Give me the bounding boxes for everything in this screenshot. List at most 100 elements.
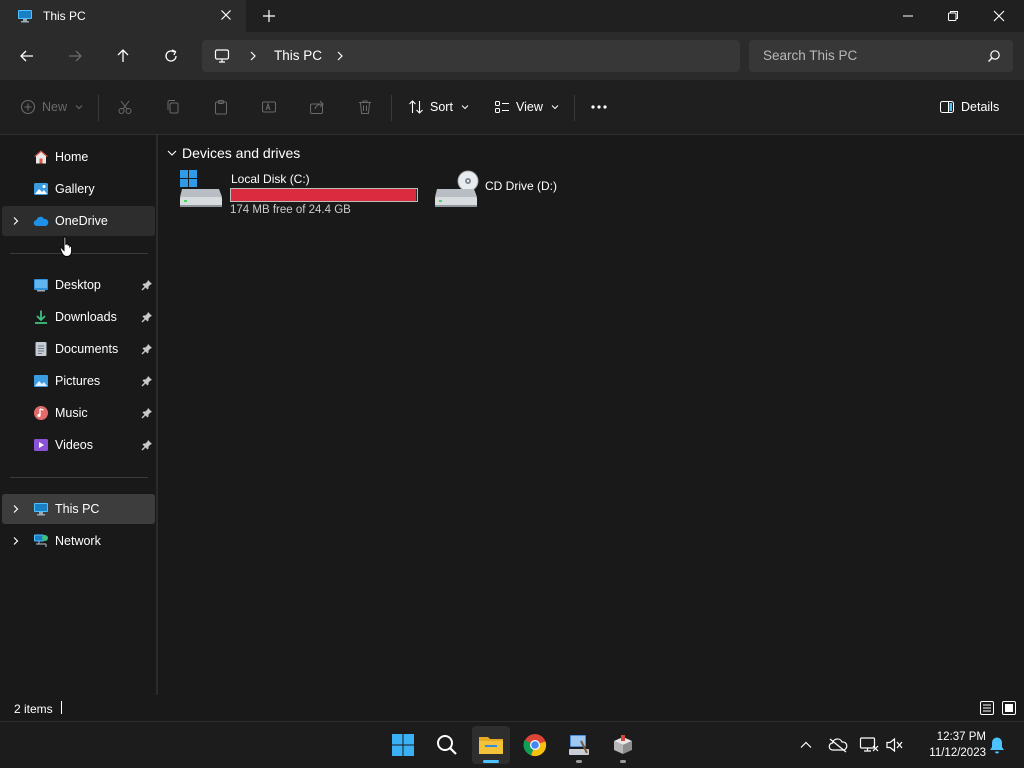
- chevron-right-icon[interactable]: [11, 536, 21, 546]
- close-icon[interactable]: [976, 0, 1022, 32]
- chevron-down-icon: [551, 104, 559, 110]
- monitor-icon: [214, 48, 230, 64]
- chevron-up-icon[interactable]: [795, 734, 817, 756]
- up-arrow-icon[interactable]: [111, 44, 135, 68]
- new-label: New: [42, 100, 68, 114]
- onedrive-cloud-icon: [33, 213, 49, 229]
- restore-icon[interactable]: [930, 0, 976, 32]
- drive-usage-bar: [230, 188, 418, 202]
- drive-local-disk-c[interactable]: Local Disk (C:) 174 MB free of 24.4 GB: [179, 169, 421, 219]
- tab-close-icon[interactable]: [220, 9, 232, 21]
- new-plus-icon: [20, 99, 36, 115]
- chevron-right-icon[interactable]: [11, 504, 21, 514]
- hand-cursor-icon: [59, 236, 75, 258]
- file-explorer-icon[interactable]: [472, 726, 510, 764]
- new-button[interactable]: New: [20, 80, 83, 134]
- chevron-right-icon[interactable]: [335, 50, 345, 62]
- sidebar-item-home[interactable]: Home: [2, 142, 155, 172]
- sidebar-item-pictures[interactable]: Pictures: [2, 366, 155, 396]
- onedrive-offline-icon[interactable]: [827, 734, 849, 756]
- start-icon[interactable]: [384, 726, 422, 764]
- notification-bell-icon[interactable]: [986, 734, 1008, 756]
- sidebar-item-gallery[interactable]: Gallery: [2, 174, 155, 204]
- sidebar-item-this-pc[interactable]: This PC: [2, 494, 155, 524]
- sort-button[interactable]: Sort: [408, 80, 469, 134]
- sidebar-item-onedrive[interactable]: OneDrive: [2, 206, 155, 236]
- group-header-devices-and-drives[interactable]: Devices and drives: [166, 145, 300, 161]
- share-icon[interactable]: [309, 80, 325, 134]
- status-bar: 2 items: [0, 695, 1024, 721]
- address-bar[interactable]: This PC: [202, 40, 740, 72]
- sidebar-item-downloads[interactable]: Downloads: [2, 302, 155, 332]
- sidebar-item-label: Music: [55, 406, 88, 420]
- cut-icon[interactable]: [117, 80, 133, 134]
- search-icon[interactable]: [428, 726, 466, 764]
- refresh-icon[interactable]: [159, 44, 183, 68]
- sidebar-item-documents[interactable]: Documents: [2, 334, 155, 364]
- navigation-pane: Home Gallery OneDrive Desktop Downloads: [0, 135, 158, 695]
- pin-icon[interactable]: [141, 375, 153, 387]
- sidebar-item-label: Gallery: [55, 182, 95, 196]
- gallery-icon: [33, 181, 49, 197]
- forward-arrow-icon[interactable]: [63, 44, 87, 68]
- divider: [391, 95, 392, 121]
- rename-icon[interactable]: [261, 80, 277, 134]
- details-pane-icon: [939, 99, 955, 115]
- more-ellipsis-icon[interactable]: [590, 80, 608, 134]
- chrome-icon[interactable]: [516, 726, 554, 764]
- breadcrumb-this-pc[interactable]: This PC: [274, 48, 322, 63]
- downloads-icon: [33, 309, 49, 325]
- divider: [574, 95, 575, 121]
- chevron-down-icon: [166, 147, 178, 159]
- drive-free-space: 174 MB free of 24.4 GB: [230, 204, 351, 216]
- chevron-right-icon[interactable]: [248, 50, 258, 62]
- sort-label: Sort: [430, 100, 453, 114]
- network-display-icon[interactable]: [858, 734, 880, 756]
- plus-icon[interactable]: [262, 9, 276, 23]
- sidebar-divider: [10, 477, 148, 478]
- sidebar-item-label: Network: [55, 534, 101, 548]
- sidebar-item-desktop[interactable]: Desktop: [2, 270, 155, 300]
- view-list-icon: [494, 99, 510, 115]
- drive-name: CD Drive (D:): [485, 179, 557, 193]
- title-bar: This PC: [0, 0, 1024, 32]
- local-disk-icon: [179, 169, 225, 209]
- sidebar-item-network[interactable]: Network: [2, 526, 155, 556]
- sidebar-divider: [10, 253, 148, 254]
- pin-icon[interactable]: [141, 279, 153, 291]
- search-icon: [987, 49, 1001, 63]
- volume-muted-icon[interactable]: [884, 734, 906, 756]
- sidebar-item-label: OneDrive: [55, 214, 108, 228]
- music-icon: [33, 405, 49, 421]
- sidebar-item-label: This PC: [55, 502, 100, 516]
- drive-cd-drive-d[interactable]: CD Drive (D:): [434, 169, 574, 219]
- minimize-icon[interactable]: [885, 0, 931, 32]
- details-button[interactable]: Details: [939, 80, 999, 134]
- this-pc-icon: [33, 501, 49, 517]
- group-title: Devices and drives: [182, 145, 301, 161]
- view-label: View: [516, 100, 543, 114]
- pin-icon[interactable]: [141, 439, 153, 451]
- control-panel-icon[interactable]: [560, 726, 598, 764]
- clock-time: 12:37 PM: [936, 731, 986, 743]
- tab-this-pc[interactable]: This PC: [0, 0, 246, 32]
- chevron-right-icon[interactable]: [11, 216, 21, 226]
- large-icons-view-icon[interactable]: [1000, 699, 1018, 717]
- search-input[interactable]: Search This PC: [749, 40, 1013, 72]
- copy-icon[interactable]: [165, 80, 181, 134]
- pin-icon[interactable]: [141, 407, 153, 419]
- back-arrow-icon[interactable]: [15, 44, 39, 68]
- running-indicator: [576, 760, 582, 763]
- paste-icon[interactable]: [213, 80, 229, 134]
- home-icon: [33, 149, 49, 165]
- sidebar-item-label: Desktop: [55, 278, 101, 292]
- delete-icon[interactable]: [357, 80, 373, 134]
- sidebar-item-videos[interactable]: Videos: [2, 430, 155, 460]
- view-button[interactable]: View: [494, 80, 559, 134]
- installer-icon[interactable]: [604, 726, 642, 764]
- taskbar-clock[interactable]: 12:37 PM 11/12/2023: [912, 729, 986, 761]
- pin-icon[interactable]: [141, 343, 153, 355]
- pin-icon[interactable]: [141, 311, 153, 323]
- sidebar-item-music[interactable]: Music: [2, 398, 155, 428]
- details-view-icon[interactable]: [978, 699, 996, 717]
